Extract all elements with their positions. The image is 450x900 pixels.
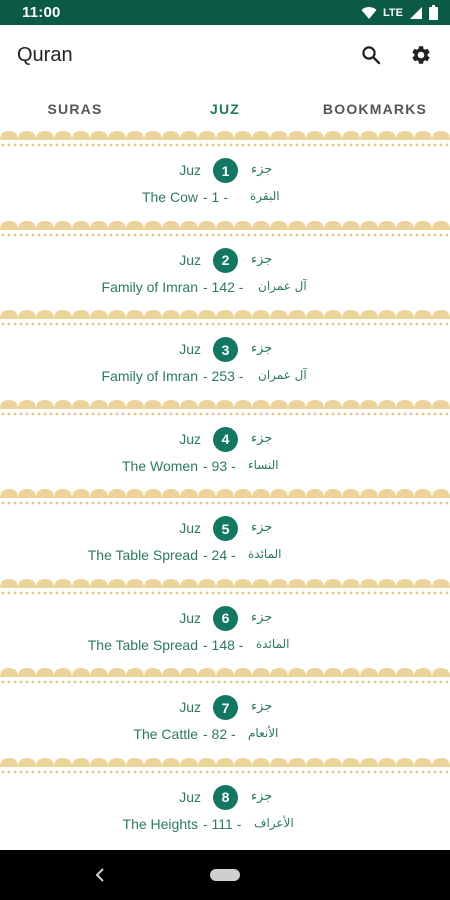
sura-name-arabic: البقرة (250, 189, 280, 203)
juz-number-badge: 8 (213, 784, 238, 810)
app-actions (354, 38, 438, 72)
juz-label: Juz (179, 430, 201, 447)
juz-label: Juz (179, 520, 201, 536)
juz-list-item[interactable]: Juz 3 جزء Family of Imran - 253 - آل عمر… (0, 328, 450, 399)
status-time: 11:00 (22, 4, 61, 21)
juz-label: Juz (179, 788, 201, 805)
signal-icon (410, 6, 422, 19)
juz-number-badge: 2 (213, 247, 238, 273)
juz-label-arabic: جزء (251, 699, 273, 714)
juz-list-item[interactable]: Juz 2 جزء Family of Imran - 142 - آل عمر… (0, 239, 450, 310)
juz-label: Juz (179, 251, 201, 268)
ornament-divider (0, 667, 450, 686)
verse-number: - 142 - (203, 278, 244, 295)
status-bar: 11:00 LTE (0, 0, 450, 25)
sura-name-english: The Cattle (133, 726, 198, 742)
juz-number-badge: 6 (213, 605, 238, 631)
ornament-divider (0, 756, 450, 776)
tab-suras[interactable]: SURAS (0, 88, 150, 130)
network-type: LTE (383, 6, 403, 19)
juz-list-item[interactable]: Juz 8 جزء The Heights - 111 - الأعراف (0, 776, 450, 847)
sura-name-arabic: آل عمران (258, 368, 307, 382)
juz-list-item[interactable]: Juz 6 جزء The Table Spread - 148 - المائ… (0, 597, 450, 668)
juz-number-badge: 5 (213, 516, 238, 541)
juz-label: Juz (179, 609, 201, 626)
ornament-divider (0, 130, 450, 149)
sura-name-arabic: الأنعام (248, 726, 279, 740)
juz-number-badge: 4 (213, 426, 238, 452)
app-title: Quran (17, 43, 73, 66)
juz-label-arabic: جزء (251, 788, 273, 804)
sura-name-arabic: المائدة (248, 547, 282, 561)
juz-number-badge: 1 (213, 158, 238, 183)
tab-juz[interactable]: JUZ (150, 88, 300, 130)
juz-list: Juz 1 جزء The Cow - 1 - البقرة Juz 2 جزء… (0, 130, 450, 850)
juz-number-badge: 7 (213, 695, 238, 720)
settings-gear-icon (412, 46, 430, 64)
ornament-divider (0, 219, 450, 239)
juz-label-arabic: جزء (251, 341, 273, 356)
sura-name-arabic: الأعراف (254, 815, 294, 830)
juz-label-arabic: جزء (251, 520, 273, 535)
sura-name-english: Family of Imran (101, 278, 198, 295)
juz-label: Juz (179, 699, 201, 715)
verse-number: - 253 - (203, 368, 244, 384)
settings-button[interactable] (404, 38, 438, 72)
sura-name-english: The Table Spread (87, 636, 198, 653)
sura-name-english: The Women (122, 457, 198, 474)
battery-icon (429, 5, 438, 20)
sura-name-arabic: المائدة (256, 636, 290, 651)
sura-name-english: The Table Spread (87, 547, 198, 563)
sura-name-english: The Heights (122, 815, 198, 832)
tab-bookmarks[interactable]: BOOKMARKS (300, 88, 450, 130)
sura-name-arabic: النساء (248, 457, 279, 472)
juz-label-arabic: جزء (251, 430, 273, 446)
juz-list-item[interactable]: Juz 1 جزء The Cow - 1 - البقرة (0, 149, 450, 220)
search-button[interactable] (354, 38, 388, 72)
home-pill-icon[interactable] (210, 869, 240, 881)
juz-list-item[interactable]: Juz 7 جزء The Cattle - 82 - الأنعام (0, 686, 450, 757)
verse-number: - 111 - (203, 815, 242, 832)
sura-name-english: The Cow (141, 189, 198, 205)
juz-label-arabic: جزء (251, 162, 273, 177)
juz-label-arabic: جزء (251, 251, 273, 267)
search-icon (362, 46, 381, 65)
juz-number-badge: 3 (213, 337, 238, 362)
ornament-divider (0, 398, 450, 418)
wifi-icon (361, 6, 377, 19)
juz-label: Juz (179, 341, 201, 357)
juz-label-arabic: جزء (251, 609, 273, 625)
juz-list-item[interactable]: Juz 5 جزء The Table Spread - 24 - المائد… (0, 507, 450, 578)
verse-number: - 148 - (203, 636, 244, 653)
app-bar: Quran (0, 25, 450, 85)
system-navigation-bar (0, 850, 450, 900)
ornament-divider (0, 577, 450, 597)
sura-name-arabic: آل عمران (258, 278, 307, 293)
juz-list-item[interactable]: Juz 4 جزء The Women - 93 - النساء (0, 418, 450, 489)
status-icons: LTE (361, 5, 438, 20)
ornament-divider (0, 488, 450, 507)
sura-name-english: Family of Imran (101, 368, 198, 384)
verse-number: - 93 - (203, 457, 236, 474)
verse-number: - 24 - (203, 547, 236, 563)
tab-bar: SURAS JUZ BOOKMARKS (0, 88, 450, 130)
juz-label: Juz (179, 162, 201, 178)
verse-number: - 1 - (203, 189, 228, 205)
ornament-divider (0, 309, 450, 328)
back-icon[interactable] (90, 865, 110, 885)
verse-number: - 82 - (203, 726, 236, 742)
